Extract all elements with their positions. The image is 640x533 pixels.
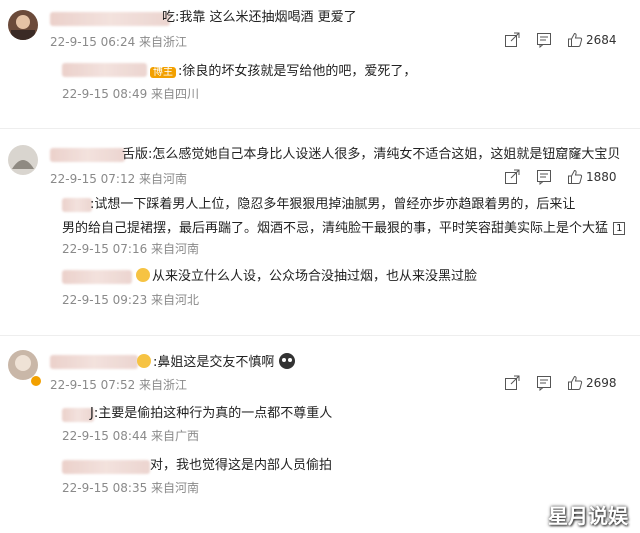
comment-meta: 22-9-15 07:12 来自河南 bbox=[50, 172, 188, 186]
like-count: 1880 bbox=[586, 170, 617, 184]
like-button[interactable]: 1880 bbox=[567, 169, 617, 185]
emoji-icon bbox=[136, 268, 150, 282]
reply-row: 男的给自己提裙摆，最后再踹了。烟酒不忌，清纯脸干最狠的事，平时笑容甜美实际上是个… bbox=[62, 217, 626, 239]
like-count: 2684 bbox=[586, 33, 617, 47]
like-button[interactable]: 2684 bbox=[567, 32, 617, 48]
divider bbox=[0, 335, 640, 336]
comment-icon[interactable] bbox=[535, 168, 553, 186]
comment-actions: 2684 bbox=[503, 31, 617, 49]
reply-row: 从来没立什么人设，公众场合没抽过烟，也从来没黑过脸 bbox=[136, 265, 477, 287]
emoji-icon bbox=[137, 354, 151, 368]
reply-user-name[interactable] bbox=[62, 63, 147, 77]
reply-user-name[interactable] bbox=[62, 198, 92, 212]
avatar[interactable] bbox=[8, 10, 38, 40]
reply-meta: 22-9-15 08:49 来自四川 bbox=[62, 87, 200, 101]
comment-meta: 22-9-15 07:52 来自浙江 bbox=[50, 378, 188, 392]
share-icon[interactable] bbox=[503, 168, 521, 186]
reply-text-line-1: :试想一下踩着男人上位，隐忍多年狠狠甩掉油腻男，曾经亦步亦趋跟着男的，后来让 bbox=[90, 197, 576, 212]
thumbs-up-icon bbox=[568, 169, 583, 184]
avatar-image bbox=[8, 145, 38, 175]
comment-meta: 22-9-15 06:24 来自浙江 bbox=[50, 35, 188, 49]
comment-text: :鼻姐这是交友不慎啊 bbox=[153, 355, 275, 370]
reply-text: 对，我也觉得这是内部人员偷拍 bbox=[150, 458, 333, 473]
thumbs-up-icon bbox=[568, 375, 583, 390]
reply-user-name[interactable] bbox=[62, 270, 132, 284]
comment-text: 吃:我靠 这么米还抽烟喝酒 更爱了 bbox=[162, 10, 357, 25]
reply-text: J:主要是偷拍这种行为真的一点都不尊重人 bbox=[90, 406, 333, 421]
reply-meta: 22-9-15 09:23 来自河北 bbox=[62, 293, 200, 307]
reply-meta: 22-9-15 08:35 来自河南 bbox=[62, 481, 200, 495]
comment-icon[interactable] bbox=[535, 31, 553, 49]
like-count: 2698 bbox=[586, 376, 617, 390]
share-icon[interactable] bbox=[503, 374, 521, 392]
reply-text-line-2: 男的给自己提裙摆，最后再踹了。烟酒不忌，清纯脸干最狠的事，平时笑容甜美实际上是个… bbox=[62, 221, 609, 236]
comment-actions: 1880 bbox=[503, 168, 617, 186]
share-icon[interactable] bbox=[503, 31, 521, 49]
reply-text: 从来没立什么人设，公众场合没抽过烟，也从来没黑过脸 bbox=[152, 269, 478, 284]
reply-row: 博主:徐良的坏女孩就是写给他的吧，爱死了， bbox=[150, 60, 416, 82]
divider bbox=[0, 128, 640, 129]
user-name[interactable] bbox=[50, 12, 170, 26]
avatar-image bbox=[8, 10, 38, 40]
comment-row: :鼻姐这是交友不慎啊 bbox=[137, 351, 296, 373]
reply-text: :徐良的坏女孩就是写给他的吧，爱死了， bbox=[178, 64, 417, 79]
reply-user-name[interactable] bbox=[62, 460, 150, 474]
user-name[interactable] bbox=[50, 355, 138, 369]
more-badge[interactable]: 1 bbox=[613, 222, 626, 235]
verified-icon bbox=[31, 376, 41, 386]
like-button[interactable]: 2698 bbox=[567, 375, 617, 391]
sunglasses-emoji-icon bbox=[279, 353, 296, 369]
reply-meta: 22-9-15 08:44 来自广西 bbox=[62, 429, 200, 443]
avatar[interactable] bbox=[8, 145, 38, 175]
comment-actions: 2698 bbox=[503, 374, 617, 392]
user-name[interactable] bbox=[50, 148, 125, 162]
watermark: 星月说娱 bbox=[548, 504, 628, 528]
comment-icon[interactable] bbox=[535, 374, 553, 392]
comment-text: 舌版:怎么感觉她自己本身比人设迷人很多，清纯女不适合这姐，这姐就是钮窟窿大宝贝 bbox=[122, 147, 621, 162]
reply-meta: 22-9-15 07:16 来自河南 bbox=[62, 242, 200, 256]
author-badge: 博主 bbox=[150, 67, 176, 78]
thumbs-up-icon bbox=[568, 32, 583, 47]
